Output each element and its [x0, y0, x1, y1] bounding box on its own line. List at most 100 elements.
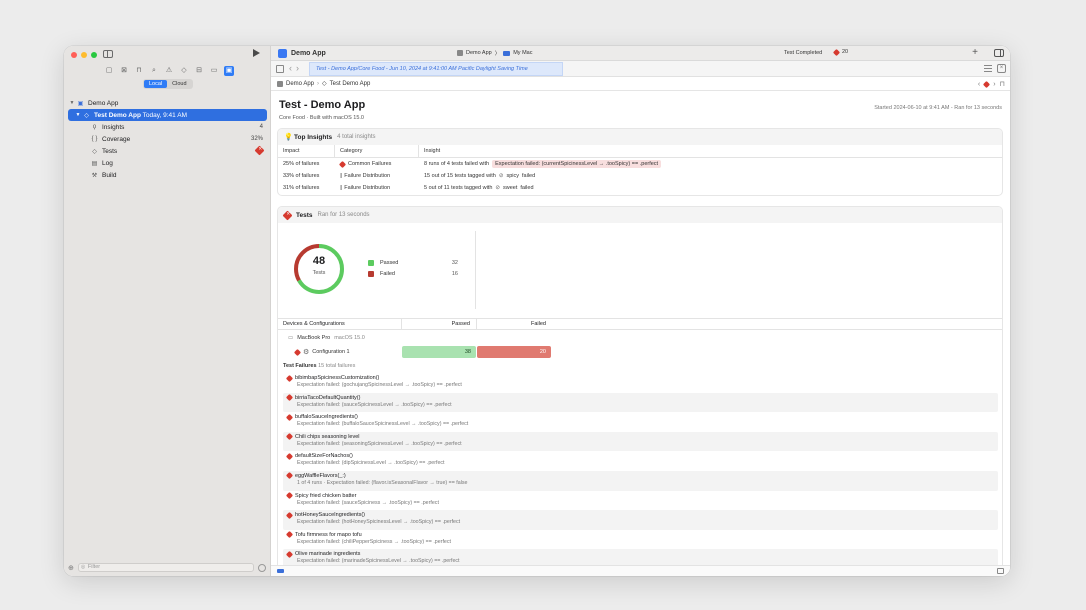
debug-icon[interactable]: ⊟	[194, 66, 204, 76]
zoom-window-button[interactable]	[91, 52, 97, 58]
tests-card: Tests Ran for 13 seconds 48 Tests P	[277, 206, 1003, 565]
run-time: Today, 9:41 AM	[142, 111, 187, 119]
donut-svg	[294, 244, 344, 294]
minimize-window-button[interactable]	[81, 52, 87, 58]
segment-local[interactable]: Local	[144, 80, 168, 88]
console-toggle-icon[interactable]	[277, 569, 284, 573]
tag-name[interactable]: sweet	[503, 185, 517, 191]
add-icon[interactable]: ⊕	[68, 564, 74, 572]
back-forward-icon[interactable]: ‹›	[289, 63, 303, 73]
device-name: MacBook Pro	[297, 334, 331, 341]
add-button[interactable]: +	[972, 47, 978, 58]
navigator-sidebar: ▢ ⊠ ⊓ ⌕ ⚠ ◇ ⊟ ▭ ▣ Local Cloud ▼ ▣ Demo A…	[64, 46, 271, 576]
close-tab-icon[interactable]: ×	[997, 64, 1006, 73]
editor-area: Demo App Demo App 〉 My Mac Test Complete…	[271, 46, 1010, 576]
expectation-chip[interactable]: Expectation failed: (currentSpicinessLev…	[492, 160, 662, 168]
breadcrumb-item[interactable]: Test Demo App	[330, 81, 371, 87]
report-content: Test - Demo App Core Food · Built with m…	[271, 91, 1010, 565]
filter-input[interactable]: Filter	[77, 563, 254, 572]
run-icon[interactable]	[253, 49, 260, 57]
list-item[interactable]: Tofu firmness for mapo tofu Expectation f…	[283, 530, 998, 550]
table-row[interactable]: 25% of failures Common Failures 8 runs o…	[278, 158, 1002, 170]
issue-icon[interactable]: ⚠	[164, 66, 174, 76]
window-controls	[71, 52, 97, 58]
app-icon	[278, 48, 287, 58]
inspector-toggle-icon[interactable]	[994, 49, 1004, 57]
scheme-selector[interactable]: Demo App 〉 My Mac	[457, 49, 532, 57]
config-passed-bar: 38	[402, 346, 476, 358]
tree-item-coverage[interactable]: { } Coverage 32%	[64, 133, 271, 145]
tree-item-test-run[interactable]: ▼ ◇ Test Demo App Today, 9:41 AM	[68, 109, 267, 121]
debug-bar	[271, 565, 1010, 576]
list-item[interactable]: buffaloSauceIngredients() Expectation fai…	[283, 412, 998, 432]
tree-item-log[interactable]: ▤ Log	[64, 157, 271, 169]
related-items-icon[interactable]	[276, 65, 284, 73]
configuration-row[interactable]: ⚙ Configuration 1 38 20	[278, 345, 1002, 359]
breadcrumb-item[interactable]: Demo App	[286, 81, 314, 87]
tree-item-label: Log	[102, 159, 113, 167]
column-header[interactable]: Impact	[278, 144, 335, 158]
tag-name[interactable]: spicy	[506, 173, 519, 179]
run-title: Test Demo App	[94, 111, 141, 119]
braces-icon: { }	[91, 136, 98, 142]
failure-message: Expectation failed: (dipSpicinessLevel →…	[297, 460, 445, 467]
panel-toggle-icon[interactable]	[997, 568, 1004, 574]
local-cloud-segment: Local Cloud	[143, 79, 193, 89]
column-header[interactable]: Devices & Configurations	[278, 318, 402, 330]
list-item[interactable]: defaultSizeForNachos() Expectation failed…	[283, 451, 998, 471]
editor-options-icon[interactable]	[984, 65, 992, 72]
project-navigator-icon[interactable]: ▢	[104, 66, 114, 76]
source-control-icon[interactable]: ⊠	[119, 66, 129, 76]
test-failures-header: Test Failures 15 total failures	[283, 363, 355, 369]
tree-item-label: Coverage	[102, 135, 131, 143]
table-row[interactable]: 31% of failures ||| Failure Distribution …	[278, 182, 1002, 194]
project-label: Demo App	[88, 99, 119, 107]
list-item[interactable]: eggWaffleFlavors(_:) 1 of 4 runs · Expect…	[283, 470, 998, 491]
column-header[interactable]: Failed	[477, 321, 552, 327]
impact-cell: 33% of failures	[283, 173, 320, 179]
tree-item-label: Tests	[102, 147, 118, 155]
distribution-icon: |||	[340, 173, 343, 179]
close-window-button[interactable]	[71, 52, 77, 58]
list-item[interactable]: hotHoneySauceIngredients() Expectation fa…	[283, 510, 998, 530]
breakpoint-icon[interactable]: ▭	[209, 66, 219, 76]
recent-filter-icon[interactable]	[258, 563, 266, 572]
list-item[interactable]: Olive marinade ingredients Expectation fa…	[283, 549, 998, 565]
test-navigator-icon[interactable]: ◇	[179, 66, 189, 76]
scheme-icon	[457, 50, 463, 56]
legend-passed[interactable]: Passed 32	[368, 257, 458, 268]
report-navigator-icon[interactable]: ▣	[224, 66, 234, 76]
column-header[interactable]: Insight	[419, 148, 440, 154]
chevron-down-icon[interactable]: ▼	[68, 100, 76, 106]
sidebar-toggle-icon[interactable]	[103, 50, 113, 58]
chevron-left-icon[interactable]: ‹	[978, 81, 980, 88]
failure-indicator[interactable]: 20	[832, 48, 848, 56]
legend-failed[interactable]: Failed 16	[368, 268, 458, 279]
tree-item-build[interactable]: ⚒ Build	[64, 169, 271, 181]
tree-item-project[interactable]: ▼ ▣ Demo App	[64, 97, 271, 109]
column-header[interactable]: Passed	[402, 318, 477, 330]
find-icon[interactable]: ⌕	[149, 66, 159, 76]
list-item[interactable]: Spicy fried chicken batter Expectation fa…	[283, 491, 998, 511]
bookmark-icon[interactable]: ⊓	[134, 66, 144, 76]
table-row[interactable]: 33% of failures ||| Failure Distribution …	[278, 170, 1002, 182]
divider	[475, 231, 476, 309]
segment-cloud[interactable]: Cloud	[167, 80, 191, 88]
chevron-right-icon[interactable]: ›	[993, 81, 995, 88]
tree-item-insights[interactable]: ϙ Insights 4	[64, 121, 271, 133]
column-header[interactable]: Category	[335, 144, 419, 158]
chevron-down-icon[interactable]: ▼	[74, 112, 82, 118]
app-icon: ▣	[77, 100, 84, 107]
tab-test-report[interactable]: Test - Demo App/Core Food - Jun 10, 2024…	[309, 62, 563, 76]
list-item[interactable]: birriaTacoDefaultQuantity() Expectation f…	[283, 392, 998, 413]
tree-item-tests[interactable]: ◇ Tests	[64, 145, 271, 157]
run-meta: Started 2024-06-10 at 9:41 AM - Ran for …	[874, 105, 1002, 111]
list-item[interactable]: Chili chips seasoning level Expectation f…	[283, 431, 998, 452]
test-failures-title: Test Failures	[283, 363, 317, 369]
failure-message: Expectation failed: (sauceSpicinessLevel…	[297, 401, 452, 408]
device-row[interactable]: ▭ MacBook Pro macOS 15.0	[278, 332, 1002, 343]
page-subtitle: Core Food · Built with macOS 15.0	[279, 115, 364, 121]
insight-text: 8 runs of 4 tests failed with	[424, 161, 490, 167]
list-item[interactable]: bibimbapSpicinessCustomization() Expectat…	[283, 373, 998, 393]
top-insights-card: 💡 Top Insights 4 total insights Impact C…	[277, 128, 1003, 196]
